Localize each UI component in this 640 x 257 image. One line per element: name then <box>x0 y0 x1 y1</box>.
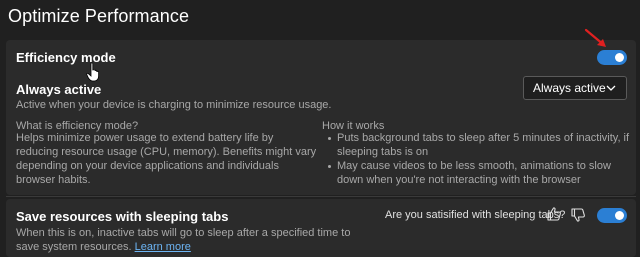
sleeping-tabs-toggle[interactable] <box>597 208 627 223</box>
always-active-description: Active when your device is charging to m… <box>16 99 332 111</box>
efficiency-mode-toggle[interactable] <box>597 50 627 65</box>
sleeping-tabs-survey-question: Are you satisified with sleeping tabs? <box>385 209 566 221</box>
hand-cursor-icon <box>86 62 99 82</box>
dropdown-value: Always active <box>533 81 606 95</box>
list-item: May cause videos to be less smooth, anim… <box>328 159 637 187</box>
what-is-efficiency-body: Helps minimize power usage to extend bat… <box>16 132 317 186</box>
sleeping-tabs-label: Save resources with sleeping tabs <box>16 209 229 224</box>
red-arrow-icon <box>584 28 606 47</box>
toggle-knob <box>615 53 624 62</box>
thumbs-down-icon[interactable] <box>570 207 586 223</box>
efficiency-mode-label: Efficiency mode <box>16 50 116 65</box>
sleeping-tabs-description: When this is on, inactive tabs will go t… <box>16 226 361 254</box>
toggle-knob <box>615 211 624 220</box>
always-active-dropdown[interactable]: Always active <box>523 76 627 100</box>
always-active-label: Always active <box>16 82 102 97</box>
page-title: Optimize Performance <box>8 6 190 26</box>
section-divider <box>6 196 636 197</box>
chevron-down-icon <box>606 85 616 91</box>
list-item: Puts background tabs to sleep after 5 mi… <box>328 131 637 159</box>
learn-more-link[interactable]: Learn more <box>135 241 191 253</box>
thumbs-up-icon[interactable] <box>546 206 562 222</box>
how-it-works-list: Puts background tabs to sleep after 5 mi… <box>323 131 637 187</box>
